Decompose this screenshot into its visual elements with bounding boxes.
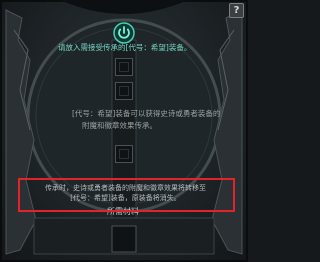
equipment-slot-top[interactable] xyxy=(115,58,133,76)
instruction-text: 请放入需接受传承的[代号：希望]装备。 xyxy=(58,43,192,52)
equipment-slot-middle[interactable] xyxy=(115,82,133,100)
equipment-slot-lower[interactable] xyxy=(115,145,133,163)
question-mark-icon: ? xyxy=(233,5,240,16)
description-text: [代号：希望]装备可以获得史诗或勇者装备的 附魔和徽章效果传承。 xyxy=(72,108,221,132)
description-line-1: [代号：希望]装备可以获得史诗或勇者装备的 xyxy=(72,109,221,118)
inheritance-panel: ? 请放入需接受传承的[代号：希望]装备。 [代号：希望]装备可以获得史诗或勇者… xyxy=(0,0,248,262)
power-icon[interactable] xyxy=(113,22,135,44)
highlight-annotation xyxy=(18,178,235,212)
description-line-2: 附魔和徽章效果传承。 xyxy=(82,121,157,130)
help-button[interactable]: ? xyxy=(229,3,244,18)
